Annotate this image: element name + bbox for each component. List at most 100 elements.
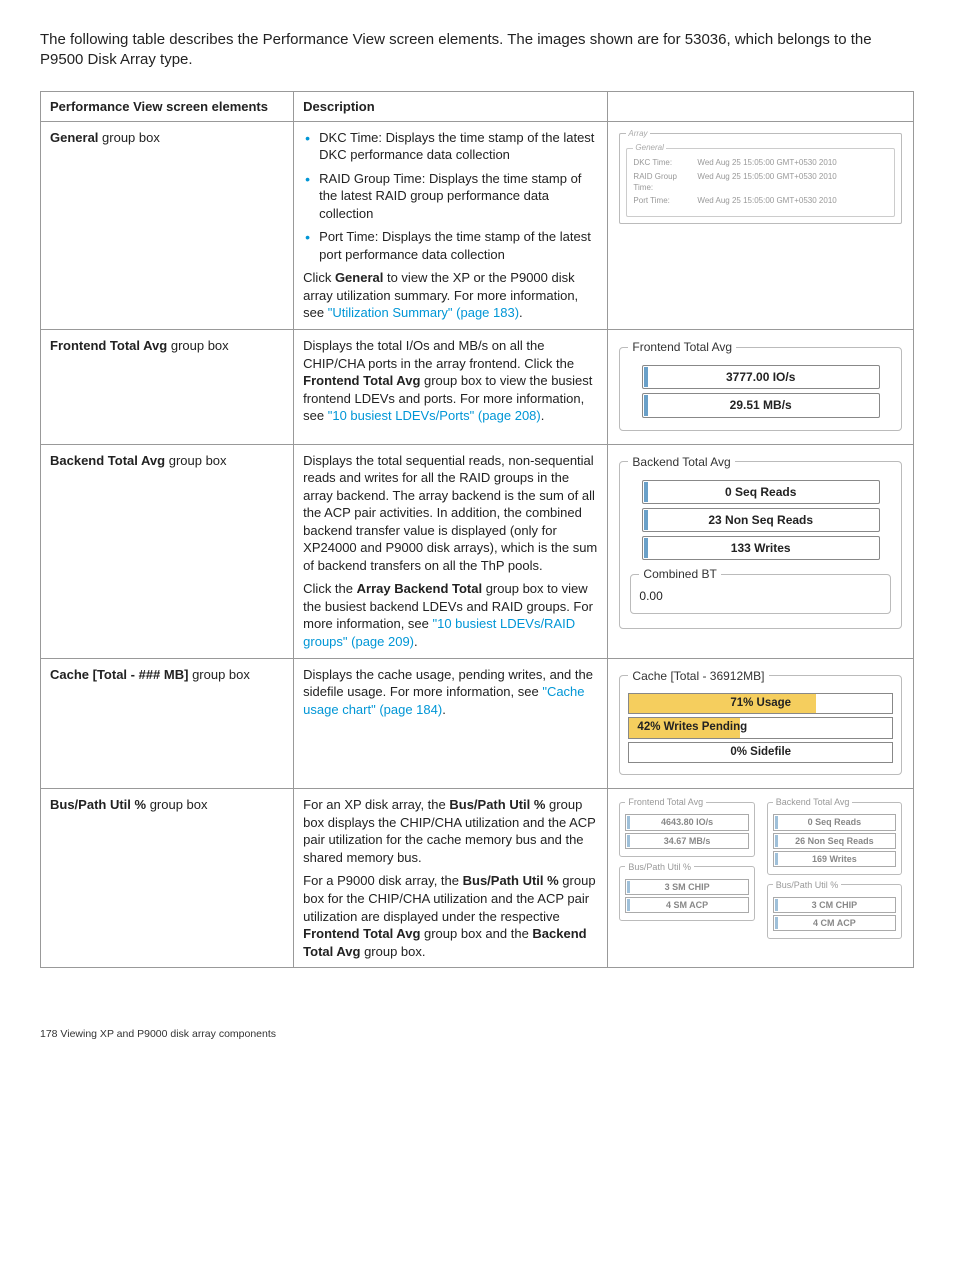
- utilization-summary-link[interactable]: "Utilization Summary" (page 183): [328, 305, 519, 320]
- raid-time-label: RAID Group Time:: [633, 172, 697, 194]
- intro-paragraph: The following table describes the Perfor…: [40, 30, 914, 71]
- frontend-visual: Frontend Total Avg 3777.00 IO/s 29.51 MB…: [619, 339, 902, 431]
- buspath-label: Bus/Path Util %: [50, 797, 146, 812]
- bp-p2g: group box.: [360, 944, 425, 959]
- backend-legend: Backend Total Avg: [628, 454, 734, 470]
- stat-bar: [627, 881, 630, 893]
- nonseq-reads-value: 23 Non Seq Reads: [708, 513, 813, 527]
- cache-sidefile-row: 0% Sidefile: [628, 742, 893, 764]
- row-frontend-element: Frontend Total Avg group box: [41, 329, 294, 444]
- list-item: RAID Group Time: Displays the time stamp…: [319, 170, 598, 223]
- stat-bar: [775, 853, 778, 865]
- row-backend-element: Backend Total Avg group box: [41, 444, 294, 658]
- general-suffix: group box: [98, 130, 159, 145]
- general-after3: .: [519, 305, 523, 320]
- list-item: Port Time: Displays the time stamp of th…: [319, 228, 598, 263]
- mini-stat: 3 SM CHIP: [625, 879, 748, 895]
- bp-p1b: Bus/Path Util %: [449, 797, 545, 812]
- frontend-suffix: group box: [167, 338, 228, 353]
- writes-value: 133 Writes: [731, 541, 791, 555]
- general-after-bold: General: [335, 270, 383, 285]
- buspath-right-col: Backend Total Avg 0 Seq Reads 26 Non Seq…: [765, 796, 904, 943]
- backend-d2a: Click the: [303, 581, 356, 596]
- table-row: Frontend Total Avg group box Displays th…: [41, 329, 914, 444]
- row-backend-description: Displays the total sequential reads, non…: [294, 444, 608, 658]
- cache-visual: Cache [Total - 36912MB] 71% Usage 42% Wr…: [619, 668, 902, 776]
- mini-stat: 26 Non Seq Reads: [773, 833, 896, 849]
- buspath-suffix: group box: [146, 797, 207, 812]
- row-backend-visual: Backend Total Avg 0 Seq Reads 23 Non Seq…: [608, 444, 914, 658]
- combined-bt-visual: Combined BT 0.00: [630, 566, 891, 613]
- buspath-p1: For an XP disk array, the Bus/Path Util …: [303, 796, 598, 866]
- seq-reads-value: 0 Seq Reads: [725, 485, 796, 499]
- frontend-mb-stat: 29.51 MB/s: [642, 393, 880, 417]
- mini-stat-text: 4643.80 IO/s: [661, 817, 713, 827]
- mini-buspath-right: Bus/Path Util % 3 CM CHIP 4 CM ACP: [767, 879, 902, 939]
- mini-stat: 169 Writes: [773, 851, 896, 867]
- cache-writes-row: 42% Writes Pending: [628, 717, 893, 739]
- mini-stat: 34.67 MB/s: [625, 833, 748, 849]
- performance-view-table: Performance View screen elements Descrip…: [40, 91, 914, 969]
- mini-stat-text: 3 SM CHIP: [665, 882, 710, 892]
- mini-stat-text: 4 CM ACP: [813, 918, 856, 928]
- time-row: RAID Group Time:Wed Aug 25 15:05:00 GMT+…: [633, 172, 888, 194]
- bp-p2b: Bus/Path Util %: [463, 873, 559, 888]
- row-general-element: General group box: [41, 121, 294, 329]
- row-buspath-element: Bus/Path Util % group box: [41, 789, 294, 968]
- mini-backend: Backend Total Avg 0 Seq Reads 26 Non Seq…: [767, 796, 902, 875]
- mini-stat: 3 CM CHIP: [773, 897, 896, 913]
- frontend-io-value: 3777.00 IO/s: [726, 370, 795, 384]
- stat-bar: [775, 917, 778, 929]
- bp-p2a: For a P9000 disk array, the: [303, 873, 462, 888]
- mini-buspath-right-legend: Bus/Path Util %: [773, 879, 842, 891]
- row-frontend-visual: Frontend Total Avg 3777.00 IO/s 29.51 MB…: [608, 329, 914, 444]
- stat-bar: [775, 816, 778, 828]
- mini-stat: 4 CM ACP: [773, 915, 896, 931]
- dkc-time-label: DKC Time:: [633, 158, 697, 169]
- stat-bar: [627, 816, 630, 828]
- mini-stat-text: 169 Writes: [812, 854, 857, 864]
- mini-buspath-left: Bus/Path Util % 3 SM CHIP 4 SM ACP: [619, 861, 754, 921]
- combined-bt-legend: Combined BT: [639, 566, 720, 582]
- cache-usage-text: 71% Usage: [633, 696, 888, 712]
- table-row: Cache [Total - ### MB] group box Display…: [41, 658, 914, 789]
- backend-d2: Click the Array Backend Total group box …: [303, 580, 598, 650]
- buspath-p2: For a P9000 disk array, the Bus/Path Uti…: [303, 872, 598, 960]
- general-label: General: [50, 130, 98, 145]
- table-row: Bus/Path Util % group box For an XP disk…: [41, 789, 914, 968]
- row-general-description: DKC Time: Displays the time stamp of the…: [294, 121, 608, 329]
- busiest-ldevs-ports-link[interactable]: "10 busiest LDEVs/Ports" (page 208): [328, 408, 541, 423]
- buspath-left-col: Frontend Total Avg 4643.80 IO/s 34.67 MB…: [617, 796, 756, 943]
- table-row: Backend Total Avg group box Displays the…: [41, 444, 914, 658]
- header-description: Description: [294, 91, 608, 121]
- general-visual-outer: Array General DKC Time:Wed Aug 25 15:05:…: [619, 129, 902, 225]
- mini-stat-text: 3 CM CHIP: [812, 900, 858, 910]
- mini-stat-text: 0 Seq Reads: [808, 817, 862, 827]
- stat-bar: [644, 482, 648, 502]
- row-cache-visual: Cache [Total - 36912MB] 71% Usage 42% Wr…: [608, 658, 914, 789]
- row-frontend-description: Displays the total I/Os and MB/s on all …: [294, 329, 608, 444]
- row-buspath-visual: Frontend Total Avg 4643.80 IO/s 34.67 MB…: [608, 789, 914, 968]
- frontend-dbold: Frontend Total Avg: [303, 373, 420, 388]
- cache-writes-text: 42% Writes Pending: [633, 720, 888, 736]
- bp-p2d: Frontend Total Avg: [303, 926, 420, 941]
- list-item: DKC Time: Displays the time stamp of the…: [319, 129, 598, 164]
- frontend-legend: Frontend Total Avg: [628, 339, 736, 355]
- writes-stat: 133 Writes: [642, 536, 880, 560]
- cache-sidefile-text: 0% Sidefile: [633, 745, 888, 761]
- stat-bar: [644, 538, 648, 558]
- cache-suffix: group box: [188, 667, 249, 682]
- frontend-label: Frontend Total Avg: [50, 338, 167, 353]
- time-row: Port Time:Wed Aug 25 15:05:00 GMT+0530 2…: [633, 196, 888, 207]
- combined-bt-value: 0.00: [639, 588, 882, 604]
- general-visual-inner: General DKC Time:Wed Aug 25 15:05:00 GMT…: [626, 143, 895, 217]
- mini-stat: 4643.80 IO/s: [625, 814, 748, 830]
- raid-time-value: Wed Aug 25 15:05:00 GMT+0530 2010: [697, 172, 888, 194]
- mini-stat-text: 34.67 MB/s: [664, 836, 711, 846]
- mini-frontend: Frontend Total Avg 4643.80 IO/s 34.67 MB…: [619, 796, 754, 856]
- mini-stat: 0 Seq Reads: [773, 814, 896, 830]
- stat-bar: [644, 367, 648, 387]
- buspath-visual: Frontend Total Avg 4643.80 IO/s 34.67 MB…: [617, 796, 904, 943]
- nonseq-reads-stat: 23 Non Seq Reads: [642, 508, 880, 532]
- mini-stat-text: 26 Non Seq Reads: [795, 836, 874, 846]
